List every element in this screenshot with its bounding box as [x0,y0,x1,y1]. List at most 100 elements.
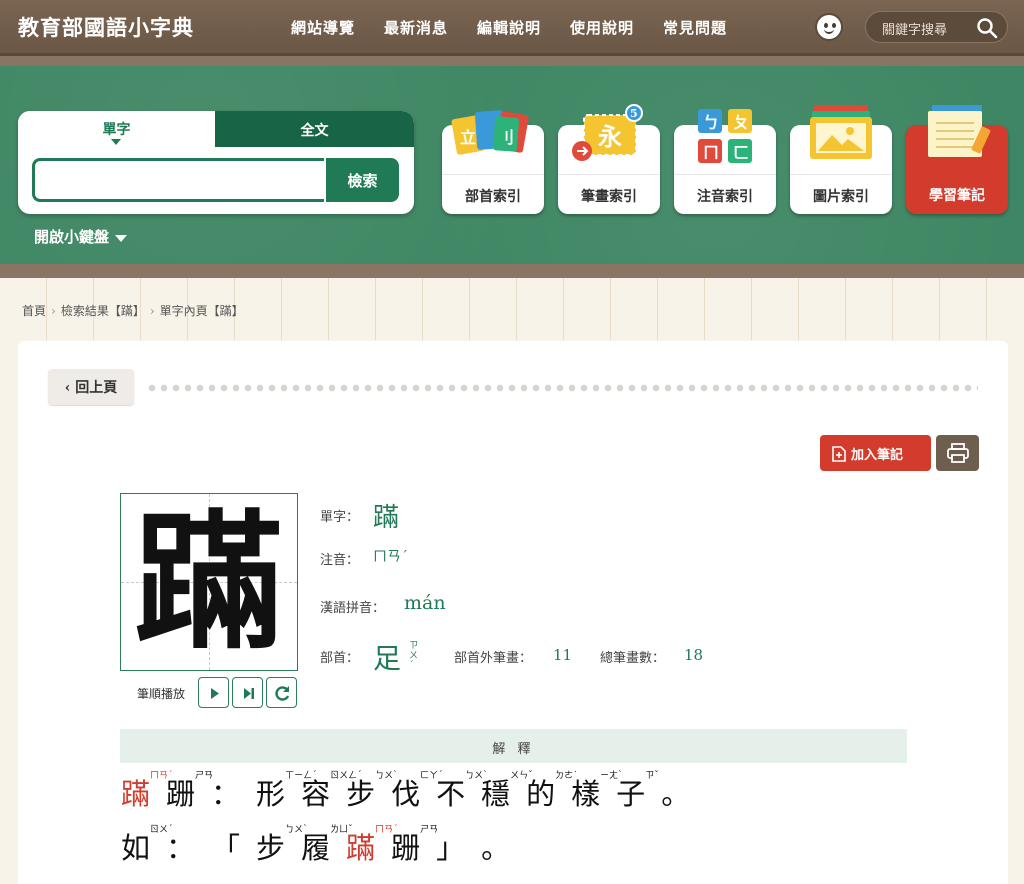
search-panel: 單字 全文 檢索 [18,111,414,214]
definition-glyph: 步 [256,831,286,865]
definition-char: 蹣ㄇㄢˊ [121,771,173,811]
breadcrumb-search-results[interactable]: 檢索結果【蹣】 [61,304,145,318]
definition-char: 形ㄒㄧㄥˊ [256,771,317,811]
definition-char: ： [166,831,211,865]
zhuyin-annotation: ㄨㄣˇ [510,771,533,781]
definition-glyph: ： [166,831,196,865]
zhuyin-annotation: ㄧㄤˋ [600,771,623,781]
definition-glyph: 。 [481,831,511,865]
back-label: 回上頁 [75,380,118,396]
total-strokes-label: 總筆畫數： [600,651,666,666]
definition-glyph: 履 [301,831,331,865]
chevron-down-icon [115,234,128,242]
radical-index-card[interactable]: 立 刂 部首索引 [442,110,544,214]
definition-glyph: 步 [346,777,376,811]
pinyin-value: mán [404,592,446,614]
replay-button[interactable] [266,677,297,708]
nav-news[interactable]: 最新消息 [384,17,448,38]
step-forward-icon [244,688,254,699]
explanation-heading: 解 釋 [120,729,907,763]
definition-glyph: 不 [436,777,466,811]
definition-glyph: 穩 [481,777,511,811]
zhuyin-annotation: ㄗˇ [645,771,659,781]
refresh-icon [275,686,290,701]
nav-usage[interactable]: 使用說明 [570,17,634,38]
add-note-label: 加入筆記 [851,448,904,463]
definition-char: 伐ㄈㄚˊ [391,771,443,811]
nav-faq[interactable]: 常見問題 [663,17,727,38]
play-button[interactable] [198,677,229,708]
top-bar: 教育部國語小字典 網站導覽 最新消息 編輯說明 使用說明 常見問題 關鍵字搜尋 [0,0,1024,56]
keyword-search-box[interactable]: 關鍵字搜尋 [865,11,1008,43]
dotted-divider [146,384,978,392]
breadcrumb-separator-icon: › [149,304,155,318]
smiley-icon[interactable] [815,13,843,41]
play-icon [211,688,219,699]
svg-text:刂: 刂 [498,128,514,147]
print-button[interactable] [936,435,979,471]
zhuyin-label: 注音： [320,553,360,568]
stroke-index-badge: 5 [630,107,638,120]
definition-char: 跚ㄕㄢ [166,771,213,811]
radical-label: 部首： [320,651,360,666]
definition-glyph: 。 [661,777,691,811]
svg-text:立: 立 [460,128,476,147]
char-label: 單字： [320,510,360,525]
stroke-index-card[interactable]: 永 5 筆畫索引 [558,104,660,214]
keyboard-toggle[interactable]: 開啟小鍵盤 [34,226,128,247]
search-input[interactable] [32,158,324,202]
definition-glyph: 的 [526,777,556,811]
definition-line-1: 蹣ㄇㄢˊ跚ㄕㄢ： 形ㄒㄧㄥˊ容ㄖㄨㄥˊ步ㄅㄨˋ伐ㄈㄚˊ不ㄅㄨˋ穩ㄨㄣˇ的ㄉㄜ˙樣ㄧ… [121,771,706,813]
definition-char: 不ㄅㄨˋ [436,771,488,811]
tab-single-char[interactable]: 單字 [18,111,215,147]
radical-index-label: 部首索引 [442,174,544,214]
nav-editorial[interactable]: 編輯說明 [477,17,541,38]
radical-value[interactable]: 足 [373,637,401,677]
tab-full-text[interactable]: 全文 [215,111,414,147]
zhuyin-annotation: ㄇㄢˊ [375,825,398,835]
definition-line-2: 如ㄖㄨˊ： 「步ㄅㄨˋ履ㄌㄩˇ蹣ㄇㄢˊ跚ㄕㄢ」。 [121,825,526,867]
definition-char: 。 [481,831,526,865]
step-button[interactable] [232,677,263,708]
zhuyin-index-card[interactable]: ㄅ ㄆ ㄇ ㄈ 注音索引 [674,109,776,214]
nav-site-map[interactable]: 網站導覽 [291,17,355,38]
breadcrumb-home[interactable]: 首頁 [22,304,46,318]
definition-char: 蹣ㄇㄢˊ [346,825,398,865]
zhuyin-value: ㄇㄢˊ [373,549,408,565]
image-index-card[interactable]: 圖片索引 [790,105,892,214]
definition-char: 如ㄖㄨˊ [121,825,173,865]
back-button[interactable]: ‹ 回上頁 [48,369,134,405]
character-detail-card: ‹ 回上頁 加入筆記 蹣 筆順播放 單字： 蹣 注音： ㄇㄢˊ 漢語拼音： má… [18,341,1008,884]
definition-glyph: 樣 [571,777,601,811]
character-glyph: 蹣 [135,495,283,669]
definition-char: 子ㄗˇ [616,771,661,811]
learning-notes-card[interactable]: 學習筆記 [906,105,1008,214]
search-button[interactable]: 檢索 [324,158,399,202]
svg-text:ㄇ: ㄇ [703,143,719,162]
definition-char: 容ㄖㄨㄥˊ [301,771,362,811]
breadcrumb: 首頁 › 檢索結果【蹣】 › 單字內頁【蹣】 [22,302,244,319]
chalkboard-frame: 單字 全文 檢索 開啟小鍵盤 立 刂 部首索引 永 5 筆畫索引 ㄅ ㄆ ㄇ ㄈ… [0,56,1024,278]
keyword-search-placeholder: 關鍵字搜尋 [882,23,948,38]
zhuyin-annotation: ㄕㄢ [420,825,439,835]
site-title[interactable]: 教育部國語小字典 [18,12,194,42]
definition-char: 「 [211,831,256,865]
definition-glyph: ： [211,777,241,811]
stroke-count-icon: 永 5 [572,104,643,161]
character-display: 蹣 [120,493,298,671]
definition-glyph: 形 [256,777,286,811]
zhuyin-annotation: ㄖㄨˊ [150,825,173,835]
definition-char: 。 [661,777,706,811]
zhuyin-annotation: ㄈㄚˊ [420,771,443,781]
add-note-icon [832,446,846,462]
svg-text:ㄅ: ㄅ [703,113,719,132]
stroke-index-label: 筆畫索引 [558,174,660,214]
add-note-button[interactable]: 加入筆記 [820,435,931,471]
radical-tiles-icon: 立 刂 [451,110,529,155]
definition-char: 履ㄌㄩˇ [301,825,353,865]
zhuyin-annotation: ㄖㄨㄥˊ [330,771,362,781]
image-icon [810,105,872,159]
printer-icon [947,443,969,463]
search-icon[interactable] [976,17,998,39]
definition-glyph: 容 [301,777,331,811]
